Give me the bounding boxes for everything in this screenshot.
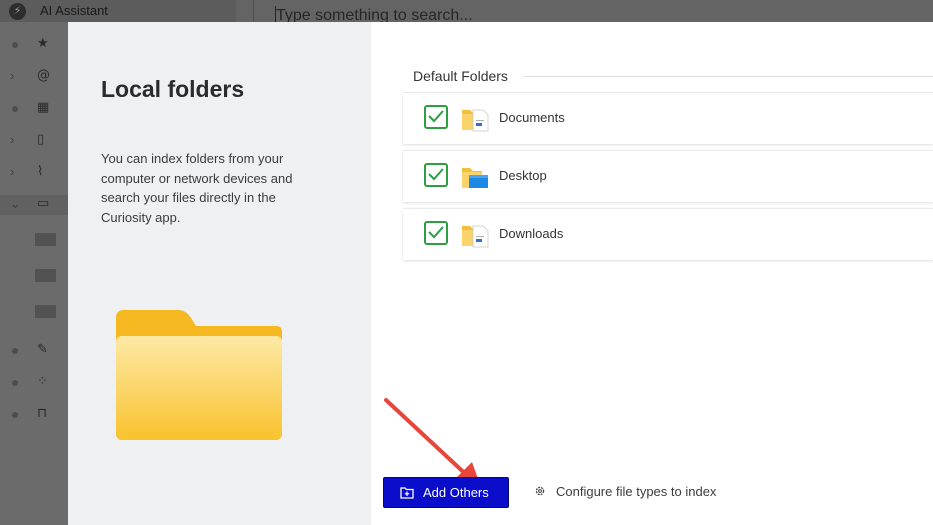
folder-icon bbox=[35, 305, 56, 318]
topbar-divider bbox=[253, 0, 254, 22]
checkmark-icon bbox=[428, 110, 444, 123]
grid-icon: ⁘ bbox=[37, 374, 48, 389]
sidebar-subitem-folder[interactable] bbox=[0, 265, 68, 285]
folder-icon: ▭ bbox=[37, 196, 50, 211]
checkbox-downloads[interactable] bbox=[424, 221, 448, 245]
bookmark-icon: ⊓ bbox=[37, 406, 48, 421]
chevron-right-icon[interactable]: › bbox=[10, 132, 14, 147]
modal-info-panel: Local folders You can index folders from… bbox=[68, 22, 371, 525]
book-icon: ▯ bbox=[37, 132, 45, 147]
sidebar-item-mentions[interactable]: › @ bbox=[0, 67, 68, 87]
folder-row-documents[interactable]: Documents bbox=[403, 92, 933, 144]
sidebar-subitem-folder[interactable] bbox=[0, 229, 68, 249]
sidebar-item-notes[interactable]: ✎ bbox=[0, 341, 68, 361]
add-folder-icon bbox=[400, 487, 414, 499]
sidebar-item-folders[interactable]: ⌄ ▭ bbox=[0, 195, 68, 215]
chevron-right-icon[interactable]: › bbox=[10, 68, 14, 83]
desktop-folder-icon bbox=[462, 168, 488, 188]
sidebar-item-apps[interactable]: ⁘ bbox=[0, 373, 68, 393]
at-icon: @ bbox=[37, 68, 50, 83]
checkbox-documents[interactable] bbox=[424, 105, 448, 129]
documents-folder-icon bbox=[462, 109, 489, 132]
star-icon: ★ bbox=[37, 36, 49, 51]
modal-description: You can index folders from your computer… bbox=[101, 151, 293, 225]
sidebar-item-favorites[interactable]: ★ bbox=[0, 35, 68, 55]
folder-name: Desktop bbox=[499, 168, 547, 183]
folder-illustration-icon bbox=[116, 310, 282, 440]
local-folders-modal: Local folders You can index folders from… bbox=[68, 22, 933, 525]
folder-row-desktop[interactable]: Desktop bbox=[403, 150, 933, 202]
sidebar-item-books[interactable]: › ▯ bbox=[0, 131, 68, 151]
checkmark-icon bbox=[428, 226, 444, 239]
add-others-label: Add Others bbox=[423, 485, 489, 500]
chevron-right-icon[interactable]: › bbox=[10, 164, 14, 179]
sidebar-item-bookmarks[interactable]: ⊓ bbox=[0, 405, 68, 425]
folder-icon bbox=[35, 269, 56, 282]
chevron-down-icon[interactable]: ⌄ bbox=[10, 196, 21, 212]
add-others-button[interactable]: Add Others bbox=[383, 477, 509, 508]
modal-title: Local folders bbox=[101, 76, 245, 102]
downloads-folder-icon bbox=[462, 225, 489, 248]
sidebar-subitem-folder[interactable] bbox=[0, 301, 68, 321]
folder-name: Documents bbox=[499, 110, 565, 125]
section-divider bbox=[523, 76, 933, 77]
sidebar-item-attachments[interactable]: › ⌇ bbox=[0, 163, 68, 183]
checkmark-icon bbox=[428, 168, 444, 181]
checkbox-desktop[interactable] bbox=[424, 163, 448, 187]
paperclip-icon: ⌇ bbox=[37, 164, 44, 179]
edit-icon: ✎ bbox=[37, 342, 48, 357]
folder-row-downloads[interactable]: Downloads bbox=[403, 208, 933, 260]
configure-file-types-label: Configure file types to index bbox=[556, 484, 717, 499]
app-title: AI Assistant bbox=[40, 3, 108, 18]
section-label: Default Folders bbox=[413, 68, 516, 84]
sidebar-item-calendar[interactable]: ▦ bbox=[0, 99, 68, 119]
app-logo-icon: ⚡ bbox=[9, 3, 26, 20]
gear-icon bbox=[535, 486, 545, 496]
folder-icon bbox=[35, 233, 56, 246]
calendar-icon: ▦ bbox=[37, 100, 50, 115]
folder-name: Downloads bbox=[499, 226, 564, 241]
background-topbar bbox=[0, 0, 236, 22]
